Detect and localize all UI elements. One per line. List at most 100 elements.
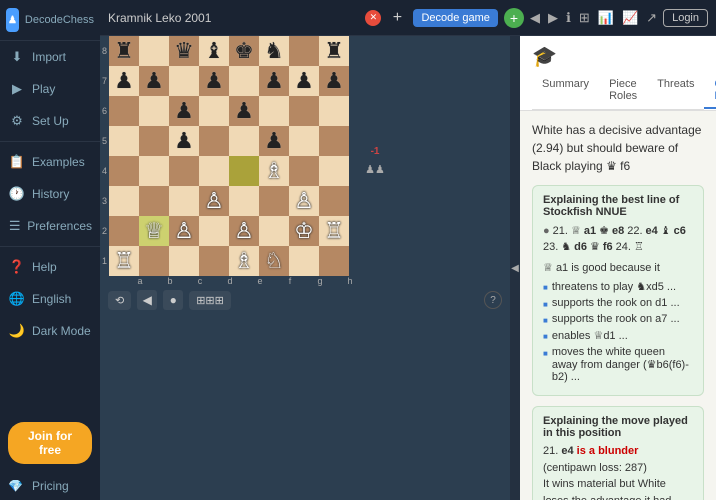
chess-cell[interactable]	[319, 126, 349, 156]
sidebar-item-play[interactable]: ▶ Play	[0, 73, 100, 105]
chess-piece[interactable]: ♞	[260, 37, 288, 65]
chess-cell[interactable]: ♙	[169, 216, 199, 246]
next-icon[interactable]: ▶	[548, 10, 558, 26]
chess-cell[interactable]	[259, 216, 289, 246]
chess-cell[interactable]	[139, 36, 169, 66]
chess-piece[interactable]: ♖	[320, 217, 348, 245]
chess-cell[interactable]: ♙	[229, 216, 259, 246]
chess-cell[interactable]: ♟	[259, 126, 289, 156]
chess-cell[interactable]: ♟	[319, 66, 349, 96]
chess-piece[interactable]: ♗	[260, 157, 288, 185]
chess-cell[interactable]: ♙	[199, 186, 229, 216]
chess-cell[interactable]	[259, 186, 289, 216]
chess-cell[interactable]	[169, 66, 199, 96]
chess-cell[interactable]	[139, 126, 169, 156]
login-button[interactable]: Login	[663, 9, 708, 27]
analysis-button[interactable]: ⊞⊞⊞	[189, 291, 231, 310]
chess-cell[interactable]	[289, 156, 319, 186]
chess-piece[interactable]: ♙	[230, 217, 258, 245]
chess-cell[interactable]	[109, 96, 139, 126]
chess-piece[interactable]: ♜	[320, 37, 348, 65]
chess-cell[interactable]	[139, 96, 169, 126]
chess-cell[interactable]	[199, 246, 229, 276]
chess-piece[interactable]: ♟	[260, 67, 288, 95]
sidebar-item-darkmode[interactable]: 🌙 Dark Mode	[0, 315, 100, 347]
chess-cell[interactable]: ♝	[199, 36, 229, 66]
chess-cell[interactable]	[109, 216, 139, 246]
chess-cell[interactable]	[289, 96, 319, 126]
chess-cell[interactable]: ♟	[169, 96, 199, 126]
chess-cell[interactable]: ♟	[139, 66, 169, 96]
chess-cell[interactable]	[289, 126, 319, 156]
chess-piece[interactable]: ♜	[110, 37, 138, 65]
chess-piece[interactable]: ♟	[170, 127, 198, 155]
chess-piece[interactable]: ♟	[140, 67, 168, 95]
chess-cell[interactable]: ♟	[199, 66, 229, 96]
chess-piece[interactable]: ♗	[230, 247, 258, 275]
nav-dot-button[interactable]: ●	[163, 290, 183, 310]
chess-cell[interactable]	[199, 156, 229, 186]
chess-cell[interactable]: ♘	[259, 246, 289, 276]
chess-cell[interactable]	[169, 156, 199, 186]
chess-cell[interactable]	[229, 66, 259, 96]
chess-cell[interactable]: ♕	[139, 216, 169, 246]
chess-cell[interactable]	[109, 186, 139, 216]
tab-summary[interactable]: Summary	[532, 73, 599, 109]
add-tab-button[interactable]: +	[387, 8, 407, 28]
chess-piece[interactable]: ♙	[290, 187, 318, 215]
sidebar-pricing[interactable]: 💎 Pricing	[0, 472, 100, 500]
sidebar-item-english[interactable]: 🌐 English	[0, 283, 100, 315]
chess-cell[interactable]	[259, 96, 289, 126]
chess-cell[interactable]: ♟	[169, 126, 199, 156]
chess-cell[interactable]: ♟	[259, 66, 289, 96]
tab-piece-roles[interactable]: Piece Roles	[599, 73, 647, 109]
panel-collapse[interactable]: ◀	[510, 36, 520, 500]
chess-piece[interactable]: ♙	[200, 187, 228, 215]
chess-cell[interactable]	[139, 246, 169, 276]
chess-piece[interactable]: ♟	[200, 67, 228, 95]
chess-piece[interactable]: ♚	[230, 37, 258, 65]
sidebar-item-import[interactable]: ⬇ Import	[0, 41, 100, 73]
chess-piece[interactable]: ♖	[110, 247, 138, 275]
sidebar-item-examples[interactable]: 📋 Examples	[0, 146, 100, 178]
chess-cell[interactable]	[139, 186, 169, 216]
sidebar-item-history[interactable]: 🕐 History	[0, 178, 100, 210]
chess-cell[interactable]	[109, 156, 139, 186]
chess-piece[interactable]: ♟	[290, 67, 318, 95]
tab-threats[interactable]: Threats	[647, 73, 704, 109]
chess-cell[interactable]	[139, 156, 169, 186]
chess-piece[interactable]: ♕	[140, 217, 168, 245]
decode-game-button[interactable]: Decode game	[413, 9, 498, 27]
chess-piece[interactable]: ♟	[320, 67, 348, 95]
chess-cell[interactable]	[229, 156, 259, 186]
tab-good-moves[interactable]: Good Moves	[704, 73, 716, 109]
chess-cell[interactable]: ♜	[319, 36, 349, 66]
chess-piece[interactable]: ♟	[260, 127, 288, 155]
board-help-button[interactable]: ?	[484, 291, 502, 309]
chess-cell[interactable]: ♗	[259, 156, 289, 186]
chess-board[interactable]: ♜♛♝♚♞♜♟♟♟♟♟♟♟♟♟♟♗♙♙♕♙♙♔♖♖♗♘	[109, 36, 365, 276]
chess-cell[interactable]: ♖	[109, 246, 139, 276]
chess-cell[interactable]	[319, 156, 349, 186]
chess-cell[interactable]	[199, 126, 229, 156]
share-icon[interactable]: ↗	[646, 10, 657, 26]
chess-cell[interactable]	[199, 216, 229, 246]
chess-piece[interactable]: ♟	[230, 97, 258, 125]
chess-piece[interactable]: ♛	[170, 37, 198, 65]
chess-piece[interactable]: ♘	[260, 247, 288, 275]
chess-piece[interactable]: ♟	[110, 67, 138, 95]
chess-cell[interactable]: ♛	[169, 36, 199, 66]
sidebar-item-preferences[interactable]: ☰ Preferences	[0, 210, 100, 242]
chess-cell[interactable]	[289, 36, 319, 66]
chess-cell[interactable]: ♗	[229, 246, 259, 276]
chess-cell[interactable]: ♙	[289, 186, 319, 216]
prev-icon[interactable]: ◀	[530, 10, 540, 26]
chess-piece[interactable]: ♔	[290, 217, 318, 245]
sidebar-item-help[interactable]: ❓ Help	[0, 251, 100, 283]
close-tab-button[interactable]: ✕	[365, 10, 381, 26]
sidebar-item-setup[interactable]: ⚙ Set Up	[0, 105, 100, 137]
chess-cell[interactable]	[229, 186, 259, 216]
chess-cell[interactable]	[289, 246, 319, 276]
chess-cell[interactable]: ♖	[319, 216, 349, 246]
decode-plus-button[interactable]: +	[504, 8, 524, 28]
